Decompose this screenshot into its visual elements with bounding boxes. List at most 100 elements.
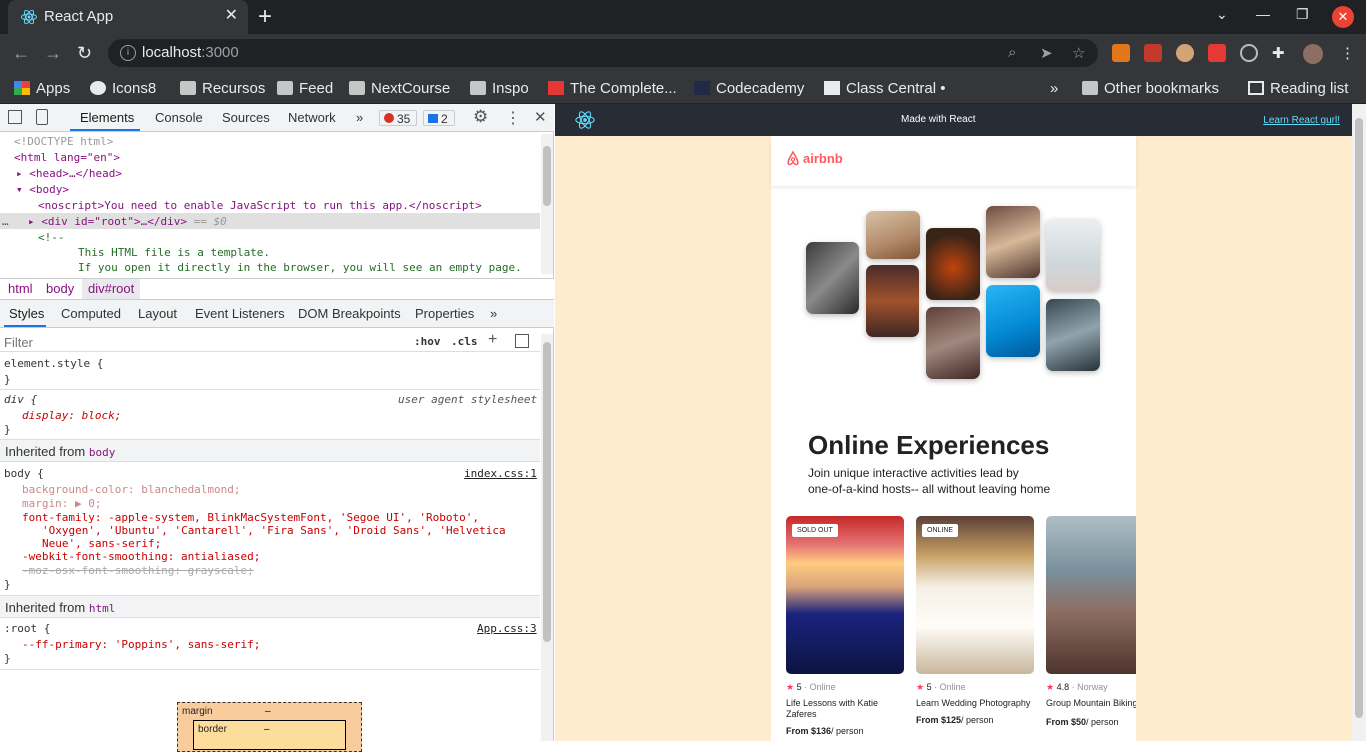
forward-icon[interactable]: → (44, 43, 62, 64)
other-bookmarks[interactable]: Other bookmarks (1082, 77, 1219, 99)
dom-doctype[interactable]: <!DOCTYPE html> (14, 135, 113, 148)
card-stats: ★ 5 · Online (916, 682, 966, 692)
tab-close-icon[interactable]: ✕ (225, 5, 238, 25)
learn-react-link[interactable]: Learn React gurl! (1263, 115, 1340, 126)
decl-ff-primary[interactable]: --ff-primary: 'Poppins', sans-serif; (22, 638, 260, 651)
device-toolbar-icon[interactable] (36, 109, 48, 125)
devtools-menu-icon[interactable]: ⋮ (505, 108, 521, 128)
metamask-icon[interactable] (1112, 44, 1130, 62)
extensions-puzzle-icon[interactable]: ✚ (1272, 44, 1285, 62)
photo-musician (1046, 299, 1100, 371)
app-css-link[interactable]: App.css:3 (477, 622, 537, 635)
bookmark-codecademy[interactable]: Codecademy (694, 77, 804, 99)
styles-filter-input[interactable] (4, 333, 402, 351)
browser-tab[interactable]: React App ✕ (8, 0, 248, 34)
bookmark-recursos[interactable]: Recursos (180, 77, 265, 99)
decl-font-family-cont: 'Oxygen', 'Ubuntu', 'Cantarell', 'Fira S… (42, 524, 506, 537)
hov-toggle[interactable]: :hov (414, 335, 441, 348)
comment-line: This HTML file is a template. (78, 246, 271, 259)
experience-card[interactable]: ★ 4.8 · Norway Group Mountain Biking Fro… (1046, 516, 1136, 727)
experience-card[interactable]: SOLD OUT ★ 5 · Online Life Lessons with … (786, 516, 904, 736)
profile-avatar[interactable] (1303, 44, 1323, 64)
devtools-close-icon[interactable]: ✕ (534, 108, 547, 126)
bookmark-complete[interactable]: The Complete... (548, 77, 677, 99)
bookmark-classcentral[interactable]: Class Central • (824, 77, 945, 99)
window-close-icon[interactable]: ✕ (1332, 6, 1354, 28)
messages-badge[interactable]: 2 (423, 110, 455, 126)
extension-icon[interactable] (1176, 44, 1194, 62)
box-model-border[interactable]: border – (193, 720, 346, 750)
tab-console[interactable]: Console (155, 110, 203, 125)
reading-list[interactable]: Reading list (1248, 77, 1348, 99)
bookmark-apps[interactable]: Apps (14, 77, 70, 99)
zoom-icon[interactable]: ⌕ (1008, 44, 1016, 61)
dom-comment[interactable]: <!-- (38, 231, 65, 244)
decl-margin[interactable]: margin: ▶ 0; (22, 497, 101, 510)
inherited-body-header: Inherited from body (0, 440, 540, 462)
styles-scrollbar[interactable] (541, 334, 553, 741)
minimize-icon[interactable]: — (1256, 6, 1270, 22)
star-icon: ★ (786, 682, 795, 692)
dom-root[interactable]: ▸ <div id="root">…</div> == $0 (28, 215, 227, 228)
tab-event-listeners[interactable]: Event Listeners (195, 306, 285, 321)
bookmark-icons8[interactable]: Icons8 (90, 77, 156, 99)
tab-network[interactable]: Network (288, 110, 336, 125)
address-bar[interactable]: i localhost:3000 (108, 39, 1098, 67)
tab-properties[interactable]: Properties (415, 306, 474, 321)
menu-icon[interactable]: ⋮ (1340, 44, 1355, 62)
bookmarks-more[interactable]: » (1050, 77, 1058, 99)
styles-more-tabs[interactable]: » (490, 306, 497, 321)
extension-icon[interactable] (1208, 44, 1226, 62)
tab-sources[interactable]: Sources (222, 110, 270, 125)
breadcrumb-body[interactable]: body (46, 281, 74, 296)
experience-card[interactable]: ONLINE ★ 5 · Online Learn Wedding Photog… (916, 516, 1034, 725)
extension-icon[interactable] (1144, 44, 1162, 62)
inspect-element-icon[interactable] (8, 110, 22, 124)
tab-search-icon[interactable]: ⌄ (1216, 6, 1228, 23)
errors-badge[interactable]: 35 (379, 110, 417, 126)
bookmark-feed[interactable]: Feed (277, 77, 333, 99)
tab-elements[interactable]: Elements (80, 110, 134, 125)
hero-title: Online Experiences (808, 430, 1050, 460)
restore-icon[interactable]: ❐ (1296, 6, 1309, 23)
dom-scrollbar[interactable] (541, 134, 553, 274)
decl-moz-smoothing[interactable]: -moz-osx-font-smoothing: grayscale; (22, 564, 254, 577)
card-stats: ★ 4.8 · Norway (1046, 682, 1108, 692)
error-icon (384, 113, 394, 123)
bookmark-star-icon[interactable]: ☆ (1072, 44, 1085, 62)
decl-background[interactable]: background-color: blanchedalmond; (22, 483, 241, 496)
new-rule-icon[interactable]: + (488, 331, 497, 349)
card-title: Life Lessons with Katie Zaferes (786, 698, 879, 719)
folder-icon (349, 81, 365, 95)
cls-toggle[interactable]: .cls (451, 335, 478, 348)
extension-icon[interactable] (1240, 44, 1258, 62)
new-tab-icon[interactable]: + (258, 3, 272, 31)
tab-dom-breakpoints[interactable]: DOM Breakpoints (298, 306, 401, 321)
decl-font-family[interactable]: font-family: -apple-system, BlinkMacSyst… (22, 511, 479, 524)
tab-styles[interactable]: Styles (9, 306, 44, 321)
breadcrumb-root[interactable]: div#root (88, 281, 134, 296)
dom-noscript[interactable]: <noscript>You need to enable JavaScript … (38, 199, 482, 212)
dom-head[interactable]: ▸ <head>…</head> (16, 167, 122, 180)
index-css-link[interactable]: index.css:1 (464, 467, 537, 480)
more-tabs[interactable]: » (356, 110, 363, 125)
bookmark-inspo[interactable]: Inspo (470, 77, 529, 99)
airbnb-logo[interactable]: airbnb (786, 150, 843, 166)
toggle-sidebar-icon[interactable] (515, 334, 529, 348)
bookmark-nextcourse[interactable]: NextCourse (349, 77, 450, 99)
back-icon[interactable]: ← (12, 43, 30, 64)
tab-computed[interactable]: Computed (61, 306, 121, 321)
send-icon[interactable]: ➤ (1040, 44, 1053, 62)
decl-font-smoothing[interactable]: -webkit-font-smoothing: antialiased; (22, 550, 260, 563)
dom-html[interactable]: <html lang="en"> (14, 151, 120, 164)
comment-line: If you open it directly in the browser, … (78, 261, 522, 274)
site-info-icon[interactable]: i (120, 45, 136, 61)
root-selector: :root { (4, 622, 51, 635)
styles-tab-indicator (4, 325, 46, 327)
tab-layout[interactable]: Layout (138, 306, 177, 321)
reload-icon[interactable]: ↻ (77, 43, 92, 64)
breadcrumb-html[interactable]: html (8, 281, 33, 296)
dom-body[interactable]: ▾ <body> (16, 183, 69, 196)
settings-gear-icon[interactable]: ⚙ (473, 107, 488, 127)
page-scrollbar[interactable] (1352, 104, 1366, 741)
